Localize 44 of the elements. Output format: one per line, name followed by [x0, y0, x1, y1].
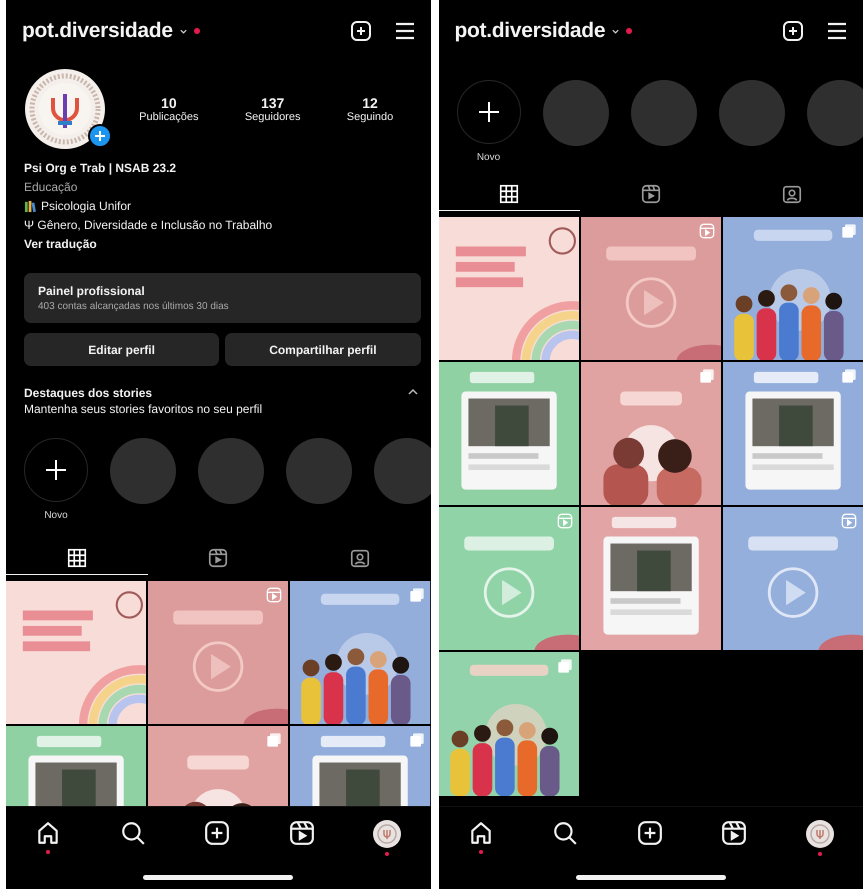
stat-count: 10: [161, 95, 177, 111]
profile-button[interactable]: Editar perfil: [24, 333, 220, 366]
chevron-down-icon[interactable]: [611, 26, 620, 36]
stat-count: 137: [260, 95, 284, 111]
highlights-subtitle: Mantenha seus stories favoritos no seu perfil: [24, 402, 264, 416]
plus-icon: [44, 458, 68, 482]
reels-icon: [207, 546, 230, 568]
reels-icon: [640, 182, 662, 204]
profile-category: Educação: [24, 179, 78, 196]
translate-link[interactable]: Ver tradução: [24, 237, 97, 251]
reels-icon[interactable]: [288, 820, 315, 846]
reels-icon[interactable]: [721, 820, 748, 846]
highlight-placeholder: [806, 80, 863, 146]
dashboard-subtitle: 403 contas alcançadas nos últimos 30 dias: [38, 301, 230, 312]
chevron-down-icon[interactable]: [178, 26, 188, 36]
highlights-title: Destaques dos stories: [24, 386, 154, 400]
highlight-label: Novo: [476, 152, 500, 163]
dashboard-title: Painel profissional: [38, 284, 146, 298]
stat-label: Seguidores: [244, 111, 300, 123]
profile-avatar[interactable]: [373, 820, 402, 848]
books-icon: [24, 200, 37, 213]
search-icon[interactable]: [552, 820, 578, 846]
highlight-label: Novo: [44, 510, 68, 521]
profile-avatar[interactable]: [806, 820, 834, 848]
grid-icon: [66, 546, 88, 568]
stat-label: Publicações: [139, 111, 198, 123]
search-icon[interactable]: [120, 820, 146, 846]
username[interactable]: pot.diversidade: [22, 19, 173, 43]
create-icon[interactable]: [636, 820, 663, 846]
username[interactable]: pot.diversidade: [454, 19, 606, 43]
grid-icon: [498, 182, 520, 204]
plus-icon: [476, 100, 500, 124]
stat-count: 12: [362, 95, 378, 111]
profile-button[interactable]: Compartilhar perfil: [225, 333, 420, 366]
dashboard-card[interactable]: Painel profissional 403 contas alcançadas nos últimos 30 dias: [24, 273, 420, 323]
stat-label: Seguindo: [346, 111, 394, 123]
create-icon[interactable]: [781, 19, 805, 43]
bio-line: Psicologia Unifor: [41, 198, 132, 215]
create-icon[interactable]: [348, 19, 372, 43]
add-story-badge[interactable]: [88, 124, 112, 148]
profile-name: Psi Org e Trab | NSAB 23.2: [24, 160, 178, 177]
bio-line: Ψ Gênero, Diversidade e Inclusão no Trabalho: [24, 217, 274, 234]
create-icon[interactable]: [204, 820, 230, 846]
highlight-placeholder: [374, 438, 430, 504]
